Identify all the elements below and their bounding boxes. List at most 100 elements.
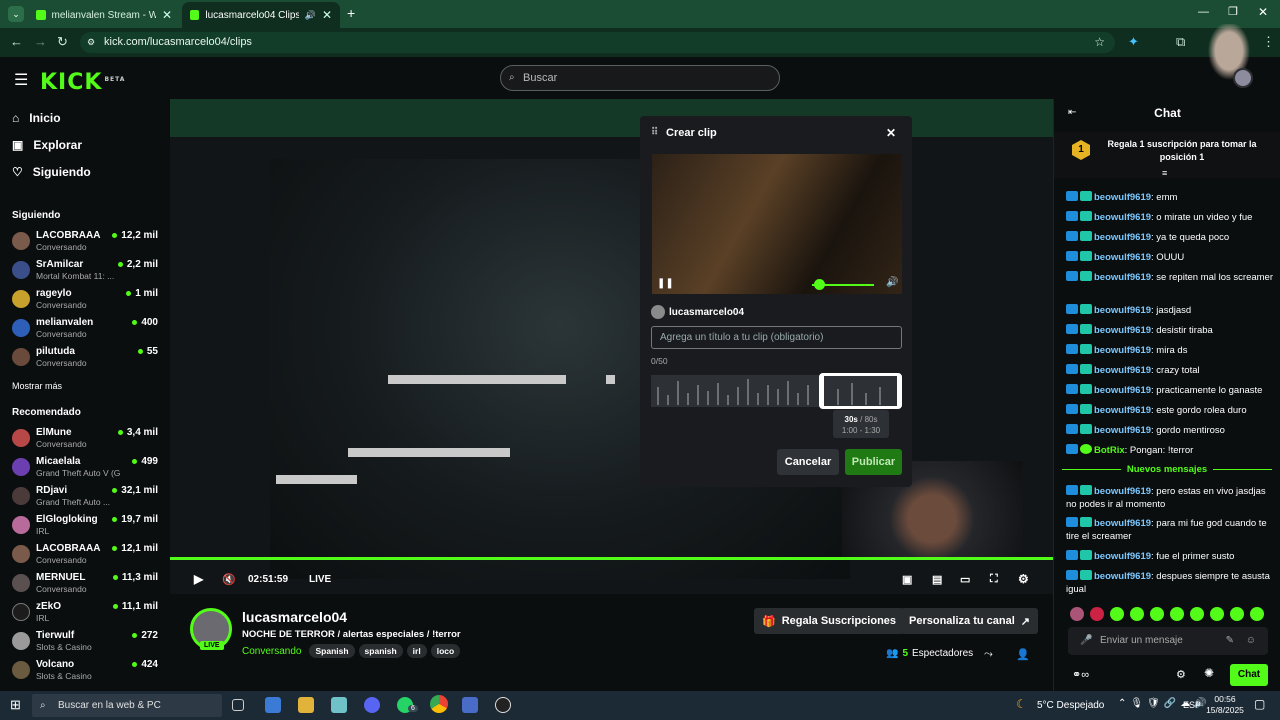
stream-tag[interactable]: loco xyxy=(430,644,461,658)
miniplayer-icon[interactable]: ▭ xyxy=(960,573,970,586)
cancel-button[interactable]: Cancelar xyxy=(777,449,839,475)
sidebar-channel[interactable]: zEkO IRL 11,1 mil xyxy=(12,600,162,626)
emote-icon[interactable] xyxy=(1090,607,1104,621)
sidebar-channel[interactable]: MERNUEL Conversando 11,3 mil xyxy=(12,571,162,597)
chat-username[interactable]: beowulf9619 xyxy=(1094,345,1151,356)
close-window-icon[interactable]: ✕ xyxy=(1258,5,1268,19)
stream-tag[interactable]: Spanish xyxy=(309,644,355,658)
search-input[interactable]: ⌕ Buscar xyxy=(500,65,780,91)
emote-icon[interactable] xyxy=(1230,607,1244,621)
chat-username[interactable]: beowulf9619 xyxy=(1094,518,1151,529)
chat-username[interactable]: beowulf9619 xyxy=(1094,385,1151,396)
play-icon[interactable]: ▶ xyxy=(194,572,203,586)
language-indicator[interactable]: ESP xyxy=(1183,700,1201,710)
discord-icon[interactable] xyxy=(364,697,380,713)
site-info-icon[interactable]: ⚙ xyxy=(87,32,95,53)
chat-username[interactable]: beowulf9619 xyxy=(1094,272,1151,283)
clip-title-input[interactable]: Agrega un título a tu clip (obligatorio) xyxy=(651,326,902,349)
clip-icon[interactable]: ▤ xyxy=(932,573,942,586)
translate-icon[interactable]: ✎ xyxy=(1226,627,1234,655)
kick-logo[interactable]: KICK BETA xyxy=(40,70,125,95)
follow-user-icon[interactable]: 👤 xyxy=(1016,648,1030,661)
tab-lucasmarcelo04[interactable]: lucasmarcelo04 Clips - Watc 🔊 ✕ xyxy=(182,2,340,28)
chat-message-input[interactable]: 🎤 Enviar un mensaje ✎ ☺ xyxy=(1068,627,1268,655)
emote-icon[interactable] xyxy=(1190,607,1204,621)
chat-username[interactable]: beowulf9619 xyxy=(1094,252,1151,263)
bookmark-star-icon[interactable]: ☆ xyxy=(1094,32,1105,53)
windows-start-icon[interactable]: ⊞ xyxy=(10,697,21,713)
video-progress-bar[interactable] xyxy=(170,557,1053,560)
pin-icon[interactable]: ≡ xyxy=(1162,168,1167,178)
chat-username[interactable]: beowulf9619 xyxy=(1094,212,1151,223)
chat-username[interactable]: beowulf9619 xyxy=(1094,232,1151,243)
emote-icon[interactable] xyxy=(1110,607,1124,621)
clip-selection-handle[interactable] xyxy=(819,373,902,409)
chat-username[interactable]: BotRix xyxy=(1094,445,1125,456)
stream-category[interactable]: Conversando xyxy=(242,646,301,657)
sidebar-channel[interactable]: RDjavi Grand Theft Auto ... 32,1 mil xyxy=(12,484,162,510)
fullscreen-icon[interactable]: ⛶ xyxy=(990,573,998,586)
close-tab-icon[interactable]: ✕ xyxy=(162,8,172,22)
task-view-icon[interactable] xyxy=(232,699,244,711)
obs-icon[interactable] xyxy=(495,697,511,713)
sidebar-channel[interactable]: melianvalen Conversando 400 xyxy=(12,316,162,342)
stream-tag[interactable]: irl xyxy=(406,644,427,658)
taskbar-search[interactable]: ⌕ Buscar en la web & PC xyxy=(32,694,222,717)
chat-username[interactable]: beowulf9619 xyxy=(1094,571,1151,582)
maximize-icon[interactable]: ❐ xyxy=(1228,5,1238,18)
mute-icon[interactable]: 🔇 xyxy=(222,573,236,586)
customize-channel-button[interactable]: Personaliza tu canal ↗ xyxy=(901,608,1038,634)
clip-timeline[interactable] xyxy=(651,373,902,409)
sidebar-channel[interactable]: LACOBRAAA Conversando 12,1 mil xyxy=(12,542,162,568)
notifications-icon[interactable]: ▢ xyxy=(1254,697,1265,711)
pause-icon[interactable]: ❚❚ xyxy=(657,278,674,289)
channel-points-icon[interactable]: ⚭∞ xyxy=(1072,668,1089,681)
sidebar-channel[interactable]: pilutuda Conversando 55 xyxy=(12,345,162,371)
sidebar-channel[interactable]: Tierwulf Slots & Casino 272 xyxy=(12,629,162,655)
new-tab-icon[interactable]: + xyxy=(347,5,355,21)
menu-dots-icon[interactable]: ⋮ xyxy=(1262,34,1275,50)
chat-username[interactable]: beowulf9619 xyxy=(1094,365,1151,376)
chrome-icon[interactable] xyxy=(430,695,448,713)
nav-explorar[interactable]: ▣ Explorar xyxy=(12,138,82,152)
tab-melianvalen[interactable]: melianvalen Stream - Watch Li... ✕ xyxy=(28,2,180,28)
file-explorer-icon[interactable] xyxy=(298,697,314,713)
chat-username[interactable]: beowulf9619 xyxy=(1094,551,1151,562)
back-icon[interactable]: ← xyxy=(10,34,23,49)
clock[interactable]: 00:56 15/8/2025 xyxy=(1200,694,1250,716)
forward-icon[interactable]: → xyxy=(34,34,47,49)
url-field[interactable]: ⚙ kick.com/lucasmarcelo04/clips ☆ xyxy=(80,32,1115,53)
weather-text[interactable]: 5°C Despejado xyxy=(1037,700,1104,711)
chat-promo[interactable]: 1 Regala 1 suscripción para tomar la pos… xyxy=(1054,132,1280,178)
chat-username[interactable]: beowulf9619 xyxy=(1094,405,1151,416)
store-icon[interactable] xyxy=(265,697,281,713)
emote-icon[interactable] xyxy=(1150,607,1164,621)
tab-list-icon[interactable]: ⌄ xyxy=(8,6,24,22)
sidebar-channel[interactable]: ElMune Conversando 3,4 mil xyxy=(12,426,162,452)
app-icon[interactable] xyxy=(462,697,478,713)
reload-icon[interactable]: ↻ xyxy=(57,34,68,50)
hamburger-menu-icon[interactable]: ☰ xyxy=(14,70,28,90)
emote-icon[interactable] xyxy=(1250,607,1264,621)
avatar[interactable] xyxy=(1233,68,1253,88)
notes-app-icon[interactable] xyxy=(331,697,347,713)
nav-inicio[interactable]: ⌂ Inicio xyxy=(12,111,61,125)
channel-name[interactable]: lucasmarcelo04 xyxy=(242,609,347,625)
settings-gear-icon[interactable]: ⚙ xyxy=(1018,572,1029,586)
emote-icon[interactable] xyxy=(1070,607,1084,621)
sidebar-channel[interactable]: Volcano Slots & Casino 424 xyxy=(12,658,162,684)
chat-username[interactable]: beowulf9619 xyxy=(1094,425,1151,436)
microphone-icon[interactable]: 🎤 xyxy=(1080,627,1092,655)
sidebar-channel[interactable]: ElGlogloking IRL 19,7 mil xyxy=(12,513,162,539)
chat-username[interactable]: beowulf9619 xyxy=(1094,305,1151,316)
close-tab-icon[interactable]: ✕ xyxy=(322,8,332,22)
drag-handle-icon[interactable]: ⠿ xyxy=(651,116,658,150)
emote-icon[interactable] xyxy=(1130,607,1144,621)
seek-knob[interactable] xyxy=(814,279,825,290)
speaker-icon[interactable]: 🔊 xyxy=(305,10,316,21)
sidebar-channel[interactable]: SrAmilcar Mortal Kombat 11: ... 2,2 mil xyxy=(12,258,162,284)
stream-tag[interactable]: spanish xyxy=(358,644,403,658)
chat-avatar-icon[interactable]: ✺ xyxy=(1204,666,1214,680)
share-icon[interactable]: ⤳ xyxy=(984,648,993,661)
sidebar-channel[interactable]: LACOBRAAA Conversando 12,2 mil xyxy=(12,229,162,255)
